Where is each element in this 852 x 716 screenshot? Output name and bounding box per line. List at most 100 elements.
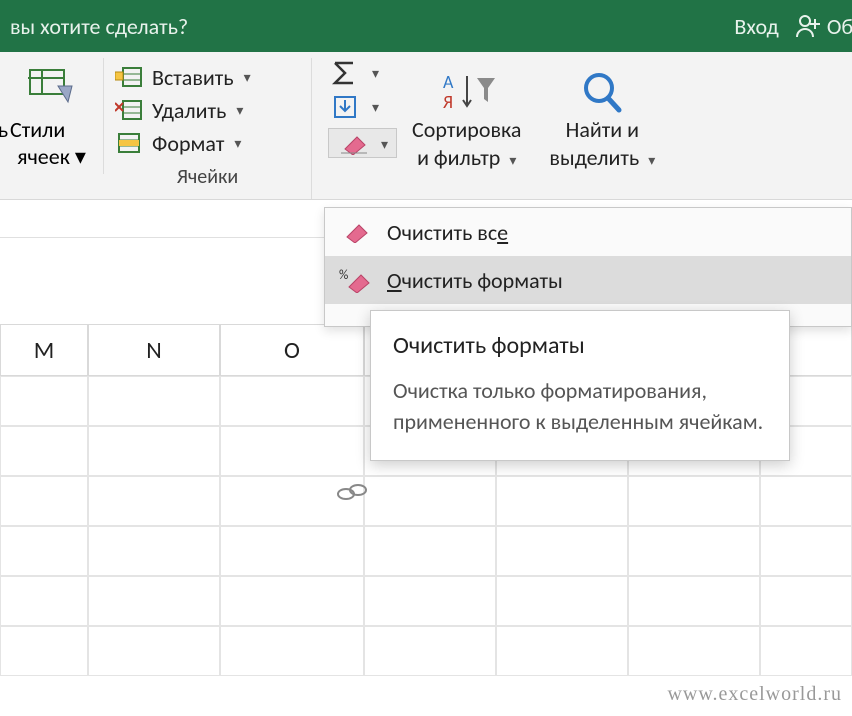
cell[interactable]	[0, 626, 88, 676]
menu-clear-all-label: Очистить все	[387, 219, 508, 246]
svg-text:А: А	[443, 71, 454, 93]
insert-button[interactable]: Вставить ▾	[114, 64, 251, 91]
delete-cells-icon	[114, 99, 144, 123]
styles-line2: Стили	[10, 116, 65, 143]
chevron-down-icon: ▾	[372, 99, 379, 116]
delete-button[interactable]: Удалить ▾	[114, 97, 243, 124]
eraser-icon	[337, 133, 371, 155]
cell[interactable]	[628, 576, 760, 626]
cell[interactable]	[0, 376, 88, 426]
menu-clear-formats-label: Очистить форматы	[387, 267, 563, 294]
sort-filter-icon: А Я	[437, 66, 497, 116]
cell[interactable]	[220, 526, 364, 576]
cell[interactable]	[628, 526, 760, 576]
svg-text:%: %	[339, 268, 348, 283]
cell[interactable]	[364, 526, 496, 576]
tooltip-clear-formats: Очистить форматы Очистка только форматир…	[370, 310, 790, 461]
magnifier-icon	[577, 66, 627, 116]
sort-filter-line2: и фильтр	[417, 144, 500, 171]
format-cells-icon	[114, 132, 144, 156]
svg-text:Я: Я	[443, 91, 453, 113]
cell[interactable]	[0, 576, 88, 626]
sort-filter-button[interactable]: А Я Сортировка и фильтр ▾	[402, 62, 531, 171]
column-header[interactable]: O	[220, 324, 364, 376]
remove-hyperlinks-icon	[336, 480, 368, 504]
column-header[interactable]: M	[0, 324, 88, 376]
tooltip-title: Очистить форматы	[393, 331, 767, 360]
group-sort-find: А Я Сортировка и фильтр ▾	[402, 58, 675, 175]
cell[interactable]	[0, 476, 88, 526]
share-label: Общий до	[827, 13, 852, 40]
autosum-button[interactable]: ▾	[328, 60, 379, 86]
share-user-icon	[795, 13, 821, 39]
styles-cut-label: ь	[0, 116, 8, 143]
styles-line3: ячеек	[17, 143, 70, 170]
cell[interactable]	[220, 376, 364, 426]
cell[interactable]	[364, 576, 496, 626]
table-row[interactable]	[0, 626, 852, 676]
eraser-icon	[339, 221, 373, 243]
cell[interactable]	[220, 426, 364, 476]
chevron-down-icon: ▾	[236, 102, 243, 119]
chevron-down-icon: ▾	[381, 136, 388, 153]
cell[interactable]	[88, 476, 220, 526]
chevron-down-icon: ▾	[372, 65, 379, 82]
menu-clear-all[interactable]: Очистить все	[325, 208, 851, 256]
delete-label: Удалить	[152, 97, 226, 124]
table-row[interactable]	[0, 576, 852, 626]
cell[interactable]	[496, 626, 628, 676]
cell[interactable]	[364, 476, 496, 526]
chevron-down-icon: ▾	[648, 152, 655, 169]
cell[interactable]	[760, 526, 852, 576]
find-select-line1: Найти и	[566, 116, 639, 144]
clear-menu: Очистить все % Очистить форматы	[324, 207, 852, 327]
cell-styles-icon	[28, 62, 76, 110]
share-button[interactable]: Общий до	[795, 13, 852, 40]
table-row[interactable]	[0, 476, 852, 526]
cell[interactable]	[760, 626, 852, 676]
insert-cells-icon	[114, 66, 144, 90]
fill-down-icon	[328, 94, 362, 120]
insert-label: Вставить	[152, 64, 234, 91]
cell[interactable]	[760, 576, 852, 626]
watermark: www.excelworld.ru	[667, 683, 842, 706]
cell[interactable]	[88, 626, 220, 676]
cell[interactable]	[88, 576, 220, 626]
eraser-percent-icon: %	[339, 267, 373, 293]
tell-me-prompt[interactable]: вы хотите сделать?	[10, 13, 734, 40]
clear-button[interactable]: ▾	[328, 128, 397, 158]
tooltip-body: Очистка только форматирования, примененн…	[393, 376, 767, 438]
login-button[interactable]: Вход	[734, 13, 778, 40]
cell[interactable]	[88, 526, 220, 576]
cell[interactable]	[220, 576, 364, 626]
cell[interactable]	[364, 626, 496, 676]
find-select-button[interactable]: Найти и выделить ▾	[539, 62, 665, 171]
cell[interactable]	[760, 476, 852, 526]
fill-button[interactable]: ▾	[328, 94, 379, 120]
chevron-down-icon: ▾	[244, 69, 251, 86]
sort-filter-line1: Сортировка	[412, 116, 521, 144]
cell[interactable]	[88, 376, 220, 426]
group-styles: ь Стили ячеек ▾	[0, 58, 104, 174]
chevron-down-icon: ▾	[509, 152, 516, 169]
cell[interactable]	[0, 426, 88, 476]
find-select-line2: выделить	[549, 144, 639, 171]
chevron-down-icon: ▾	[75, 143, 86, 170]
cell[interactable]	[496, 576, 628, 626]
table-row[interactable]	[0, 526, 852, 576]
cell[interactable]	[88, 426, 220, 476]
menu-clear-formats[interactable]: % Очистить форматы	[325, 256, 851, 304]
cell[interactable]	[0, 526, 88, 576]
cell[interactable]	[220, 626, 364, 676]
format-button[interactable]: Формат ▾	[114, 130, 241, 157]
cell[interactable]	[496, 476, 628, 526]
cell-styles-button[interactable]: ь Стили ячеек ▾	[10, 58, 93, 170]
group-cells-label: Ячейки	[114, 157, 301, 195]
titlebar: вы хотите сделать? Вход Общий до	[0, 0, 852, 52]
cell[interactable]	[628, 626, 760, 676]
cell[interactable]	[496, 526, 628, 576]
column-header[interactable]: N	[88, 324, 220, 376]
group-editing-mini: ▾ ▾	[312, 58, 402, 162]
cell[interactable]	[628, 476, 760, 526]
sigma-icon	[328, 60, 362, 86]
